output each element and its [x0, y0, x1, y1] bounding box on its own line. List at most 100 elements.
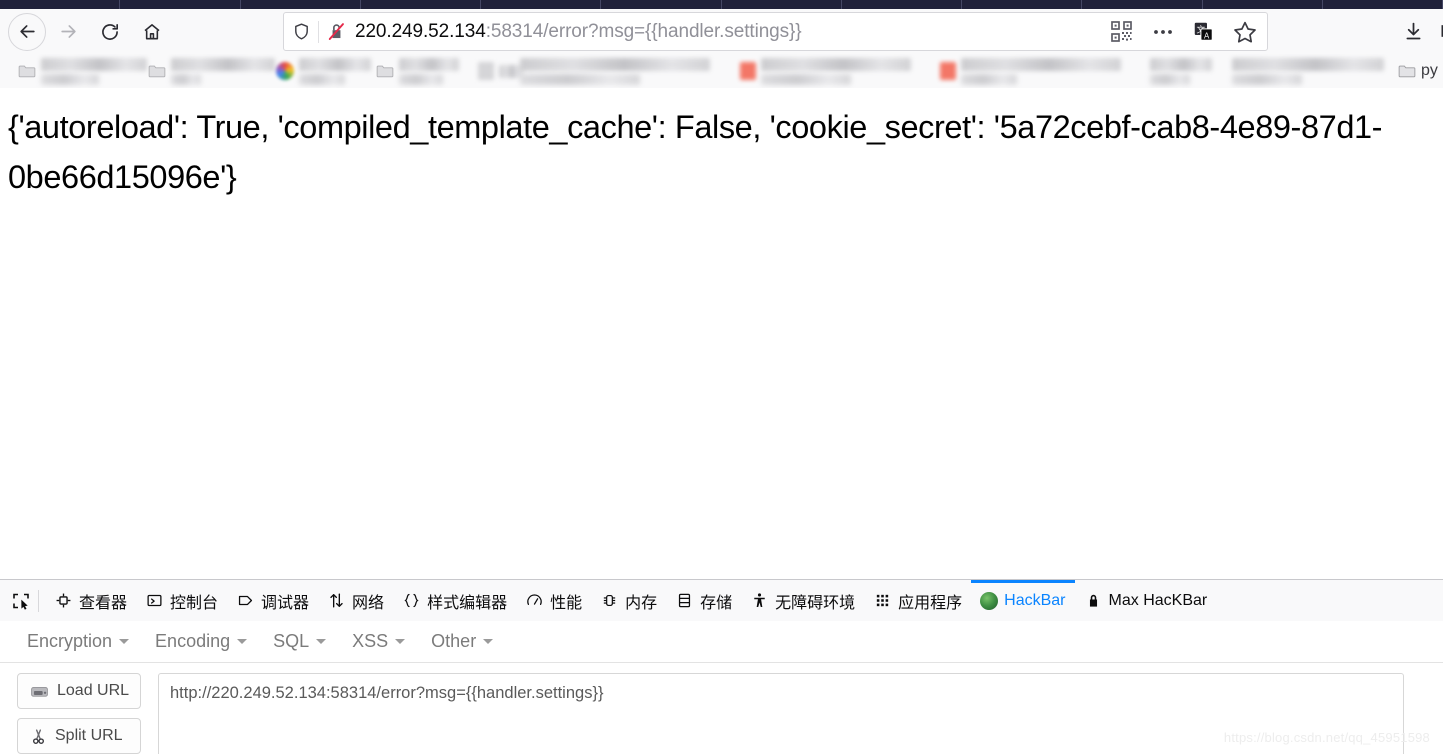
hackbar-menu-encryption[interactable]: Encryption	[14, 631, 142, 652]
tab-item[interactable]	[120, 0, 241, 9]
bookmark-item[interactable]	[276, 57, 371, 85]
memory-icon	[600, 591, 619, 610]
shield-icon	[294, 23, 308, 40]
devtools-tab-network[interactable]: 网络	[318, 580, 393, 621]
devtools-tab-label: 性能	[550, 594, 583, 612]
split-url-button[interactable]: Split URL	[17, 718, 141, 754]
button-label: Split URL	[55, 727, 123, 744]
bookmark-item-py[interactable]: py	[1398, 58, 1438, 84]
bookmark-item[interactable]	[740, 57, 911, 85]
network-icon	[327, 591, 346, 610]
element-picker-button[interactable]	[6, 586, 36, 616]
qr-code-button[interactable]	[1099, 21, 1143, 42]
folder-icon	[1398, 65, 1416, 78]
star-icon	[1234, 21, 1256, 43]
translate-button[interactable]: 文 A	[1183, 21, 1223, 42]
devtools-tab-label: 内存	[625, 594, 658, 612]
devtools-tab-performance[interactable]: 性能	[516, 580, 591, 621]
bookmark-item[interactable]	[520, 57, 710, 85]
hackbar-button-column: Load URL Split URL	[17, 673, 141, 754]
devtools-tab-storage[interactable]: 存储	[666, 580, 741, 621]
menu-label: XSS	[352, 631, 389, 651]
devtools-tab-accessibility[interactable]: 无障碍环境	[741, 580, 864, 621]
drive-icon	[31, 686, 48, 697]
devtools-tab-style-editor[interactable]: 样式编辑器	[393, 580, 516, 621]
tab-item[interactable]	[842, 0, 962, 9]
back-button[interactable]	[8, 12, 46, 51]
bookmark-item[interactable]	[1150, 57, 1212, 85]
bookmark-item[interactable]	[478, 58, 523, 84]
bookmark-button[interactable]	[1223, 20, 1267, 44]
bookmark-item[interactable]	[376, 57, 459, 85]
bookmarks-toolbar[interactable]: py	[0, 54, 1443, 88]
storage-icon	[675, 591, 694, 610]
devtools-tab-label: 应用程序	[898, 594, 963, 612]
tab-item[interactable]	[1323, 0, 1443, 9]
broken-lock-icon	[328, 23, 344, 40]
devtools-tab-application[interactable]: 应用程序	[864, 580, 971, 621]
devtools-tab-debugger[interactable]: 调试器	[227, 580, 318, 621]
devtools-tab-memory[interactable]: 内存	[591, 580, 666, 621]
download-icon	[1406, 22, 1420, 39]
page-actions-button[interactable]	[1143, 29, 1183, 35]
tab-item[interactable]	[1082, 0, 1203, 9]
performance-icon	[525, 591, 544, 610]
ellipsis-icon	[1154, 29, 1172, 34]
accessibility-icon	[750, 591, 769, 610]
devtools-tab-label: 样式编辑器	[427, 594, 508, 612]
devtools-tabbar: 查看器 控制台 调试器 网络 样式编辑器 性能 内存 存储 无障碍环境 应用程序…	[0, 580, 1443, 622]
forward-button[interactable]	[50, 14, 86, 50]
url-text[interactable]: 220.249.52.134:58314/error?msg={{handler…	[353, 21, 1099, 43]
scissors-icon	[32, 728, 45, 744]
tab-item[interactable]	[481, 0, 602, 9]
translate-icon: 文 A	[1194, 22, 1213, 41]
library-icon	[1441, 25, 1443, 37]
tab-item[interactable]	[722, 0, 842, 9]
application-icon	[873, 591, 892, 610]
menu-label: Encryption	[27, 631, 113, 651]
devtools-tab-label: 调试器	[261, 594, 310, 612]
bookmark-item[interactable]	[18, 57, 147, 85]
arrow-right-icon	[60, 25, 76, 38]
downloads-button[interactable]	[1396, 14, 1430, 48]
hackbar-menubar: Encryption Encoding SQL XSS Other	[0, 621, 1443, 663]
connection-security-button[interactable]	[319, 21, 353, 42]
tab-item[interactable]	[601, 0, 722, 9]
hackbar-menu-xss[interactable]: XSS	[339, 631, 418, 652]
bookmark-item[interactable]	[940, 57, 1121, 85]
tab-item[interactable]	[962, 0, 1083, 9]
menu-label: Other	[431, 631, 477, 651]
devtools-tab-label: 存储	[700, 594, 733, 612]
library-button[interactable]	[1432, 14, 1443, 48]
tab-strip[interactable]	[0, 0, 1443, 9]
chevron-down-icon	[395, 639, 406, 644]
devtools-tab-console[interactable]: 控制台	[136, 580, 227, 621]
hackbar-menu-encoding[interactable]: Encoding	[142, 631, 260, 652]
tab-item[interactable]	[0, 0, 121, 9]
arrow-left-icon	[19, 25, 35, 38]
tracking-protection-shield-icon[interactable]	[284, 22, 318, 41]
devtools-tab-inspector[interactable]: 查看器	[45, 580, 136, 621]
home-icon	[144, 23, 160, 39]
load-url-button[interactable]: Load URL	[17, 673, 141, 709]
tab-item[interactable]	[361, 0, 481, 9]
tab-item[interactable]	[1203, 0, 1323, 9]
home-button[interactable]	[134, 14, 170, 50]
hackbar-url-input[interactable]	[158, 673, 1404, 754]
hackbar-menu-sql[interactable]: SQL	[260, 631, 339, 652]
tab-item[interactable]	[241, 0, 361, 9]
devtools-tab-label: 无障碍环境	[775, 594, 856, 612]
address-bar[interactable]: 220.249.52.134:58314/error?msg={{handler…	[283, 12, 1268, 51]
hackbar-menu-other[interactable]: Other	[418, 631, 506, 652]
devtools-tab-label: 查看器	[79, 594, 128, 612]
devtools-tab-max-hackbar[interactable]: Max HacKBar	[1075, 580, 1217, 621]
bookmark-item[interactable]	[148, 57, 275, 85]
reload-button[interactable]	[92, 14, 128, 50]
devtools-tab-hackbar[interactable]: HackBar	[971, 580, 1075, 621]
bookmark-item[interactable]	[1232, 57, 1384, 85]
firefox-logo-icon	[980, 591, 999, 610]
svg-text:A: A	[1203, 32, 1209, 41]
folder-icon	[148, 65, 166, 78]
lock-icon	[1084, 591, 1103, 610]
bookmark-label: py	[1421, 62, 1438, 79]
